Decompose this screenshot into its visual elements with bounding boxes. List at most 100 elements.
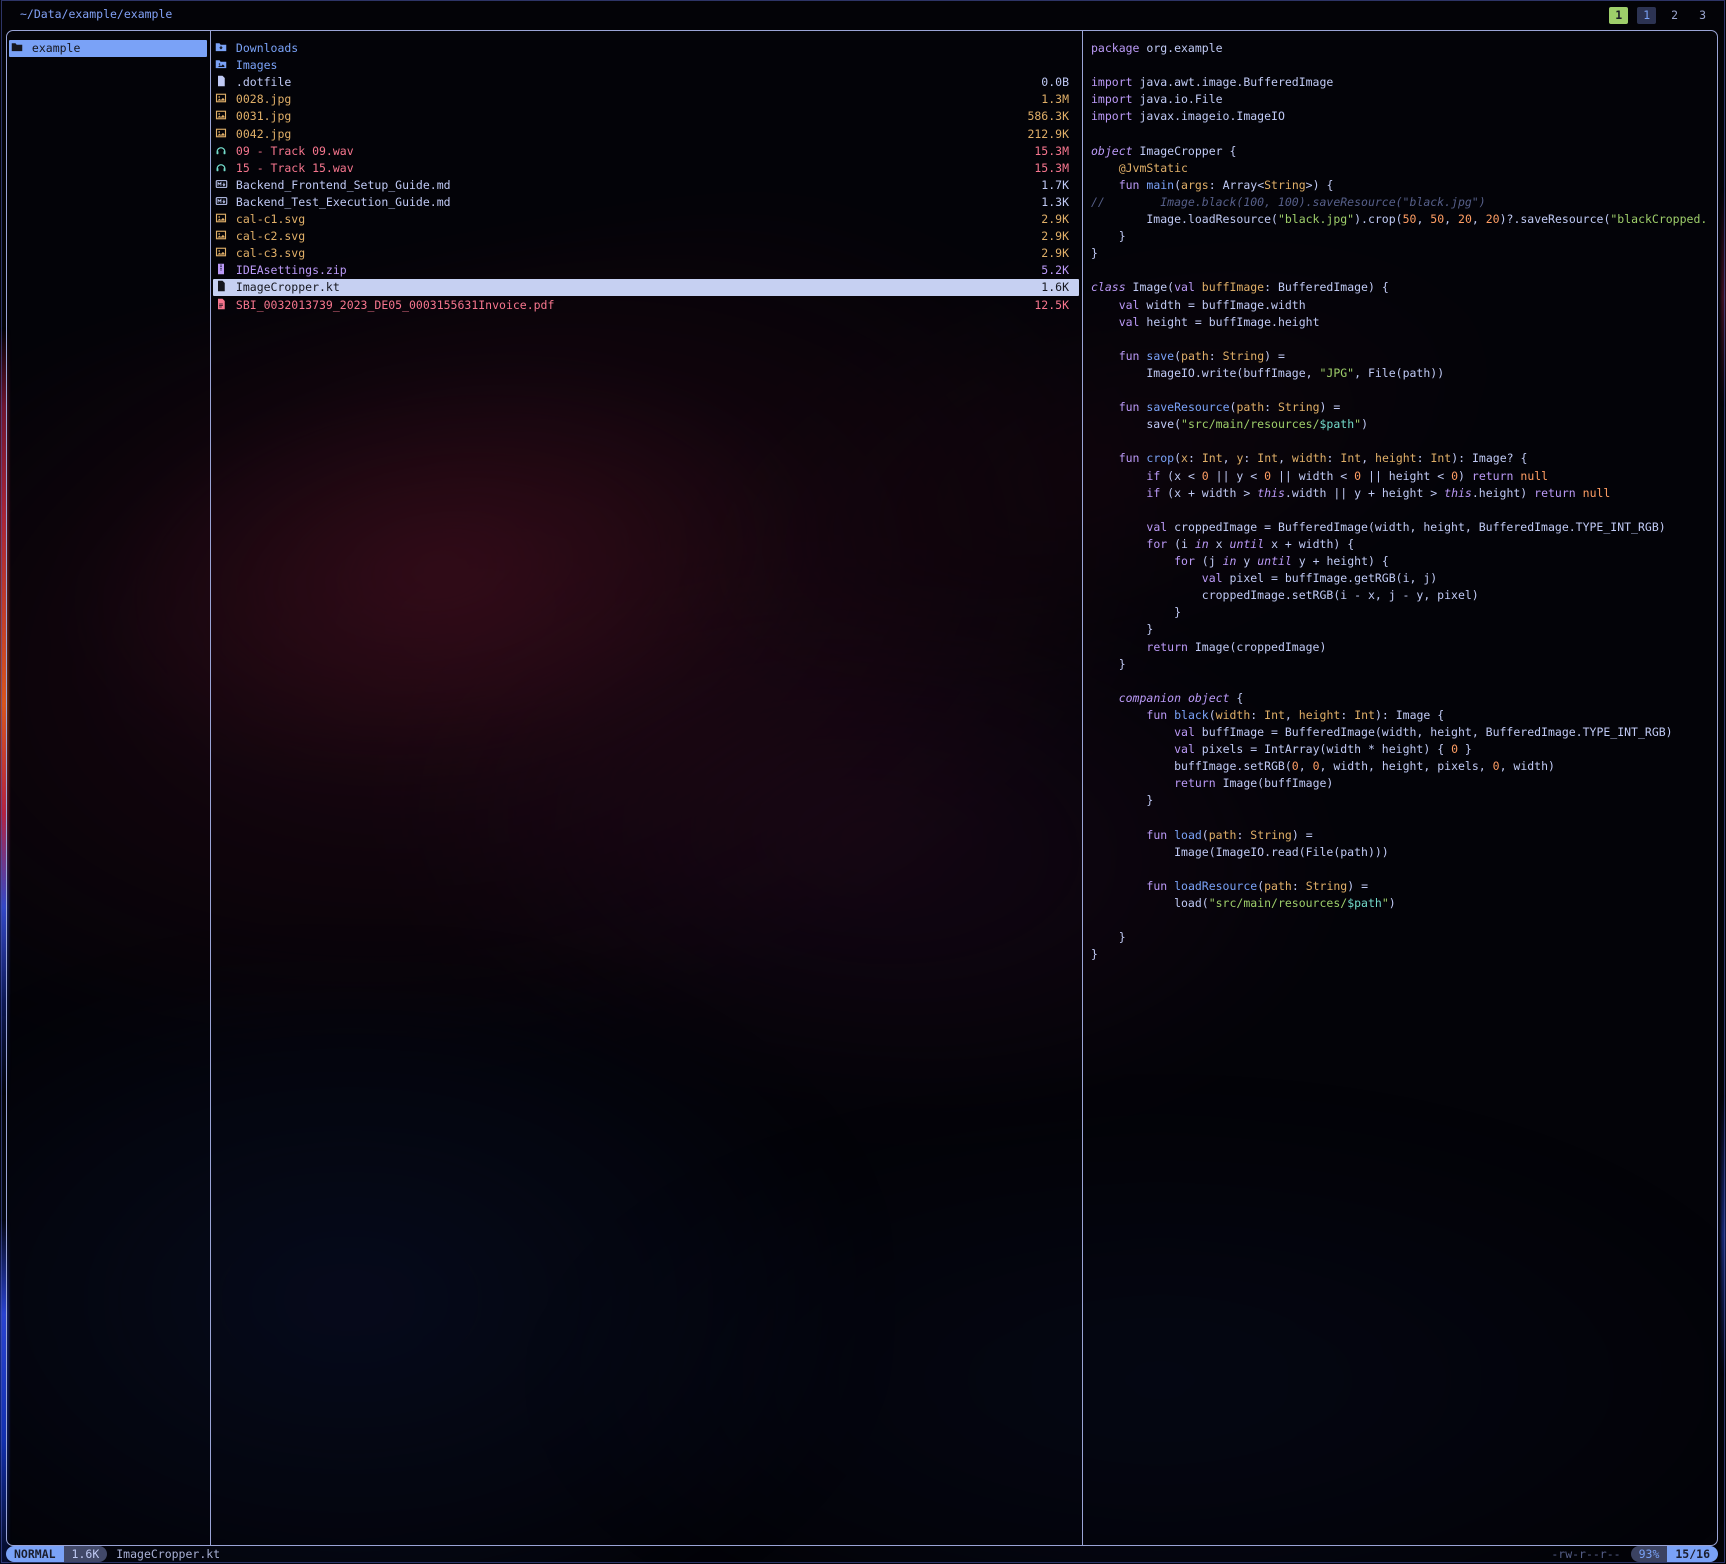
sidebar-item-selected[interactable]: example xyxy=(9,40,207,57)
file-row[interactable]: 15 - Track 15.wav15.3M xyxy=(213,160,1079,177)
code-token-fg xyxy=(1576,486,1583,500)
file-row[interactable]: Backend_Frontend_Setup_Guide.md1.7K xyxy=(213,177,1079,194)
code-line: fun main(args: Array<String>) { xyxy=(1091,177,1717,194)
code-token-nu: 50 xyxy=(1403,212,1417,226)
code-line: fun loadResource(path: String) = xyxy=(1091,878,1717,895)
file-row[interactable]: IDEAsettings.zip5.2K xyxy=(213,262,1079,279)
file-row[interactable]: 09 - Track 09.wav 15.3M xyxy=(213,143,1079,160)
status-right: -rw-r--r-- 93% 15/16 xyxy=(1551,1546,1718,1562)
tab-list: 1 123 xyxy=(1609,6,1712,24)
code-token-fn: main xyxy=(1139,178,1174,192)
code-line: val height = buffImage.height xyxy=(1091,314,1717,331)
code-token-ty: Int xyxy=(1202,451,1223,465)
code-token-ty: args xyxy=(1181,178,1209,192)
code-token-ty: String xyxy=(1306,879,1348,893)
code-token-fg: , xyxy=(1223,451,1237,465)
code-token-fg: >) { xyxy=(1306,178,1334,192)
file-size: 15.3M xyxy=(1034,143,1069,160)
task-count-badge[interactable]: 1 xyxy=(1609,7,1628,24)
breadcrumb-path: ~/Data/example/example xyxy=(20,7,172,21)
code-token-fn: loadResource xyxy=(1167,879,1257,893)
code-line: class Image(val buffImage: BufferedImage… xyxy=(1091,279,1717,296)
code-line: fun black(width: Int, height: Int): Imag… xyxy=(1091,707,1717,724)
scroll-percent-badge: 93% xyxy=(1631,1546,1668,1562)
file-row[interactable]: SBI_0032013739_2023_DE05_0003155631Invoi… xyxy=(213,297,1079,314)
markdown-icon xyxy=(213,194,229,211)
code-token-kw: val xyxy=(1119,315,1140,329)
folder-image-icon xyxy=(213,57,229,74)
file-row[interactable]: 0031.jpg586.3K xyxy=(213,108,1079,125)
code-token-kw: return xyxy=(1146,640,1188,654)
code-token-kwi: in xyxy=(1195,537,1209,551)
code-token-ty: String xyxy=(1223,349,1265,363)
code-token-fg: : BufferedImage) { xyxy=(1264,280,1389,294)
code-token-fg: } xyxy=(1458,742,1472,756)
file-icon xyxy=(213,74,229,91)
file-row[interactable]: cal-c1.svg2.9K xyxy=(213,211,1079,228)
file-name: Backend_Frontend_Setup_Guide.md xyxy=(229,178,451,192)
code-token-fg: .height) xyxy=(1472,486,1534,500)
code-line: } xyxy=(1091,946,1717,963)
code-token-fn: black xyxy=(1167,708,1209,722)
tab-2[interactable]: 2 xyxy=(1665,7,1684,24)
code-token-st: "src/main/resources/ xyxy=(1181,417,1319,431)
file-row[interactable]: .dotfile0.0B xyxy=(213,74,1079,91)
code-line: croppedImage.setRGB(i - x, j - y, pixel) xyxy=(1091,587,1717,604)
file-row[interactable]: Backend_Test_Execution_Guide.md1.3K xyxy=(213,194,1079,211)
code-token-fg xyxy=(1091,554,1174,568)
markdown-icon xyxy=(213,177,229,194)
status-bar: NORMAL 1.6K ImageCropper.kt -rw-r--r-- 9… xyxy=(6,1546,1718,1562)
code-line: } xyxy=(1091,621,1717,638)
code-token-fg xyxy=(1091,725,1174,739)
file-size: 212.9K xyxy=(1027,126,1069,143)
file-name: 0042.jpg xyxy=(229,127,291,141)
code-token-fg: , xyxy=(1299,759,1313,773)
file-row[interactable]: 0028.jpg1.3M xyxy=(213,91,1079,108)
file-row[interactable]: Images xyxy=(213,57,1079,74)
code-token-fg: java.io.File xyxy=(1133,92,1223,106)
code-token-kw: if xyxy=(1146,486,1160,500)
code-token-nu: 50 xyxy=(1430,212,1444,226)
code-token-nu: 20 xyxy=(1458,212,1472,226)
code-line: fun save(path: String) = xyxy=(1091,348,1717,365)
code-token-fg: x + width) { xyxy=(1264,537,1354,551)
file-size: 2.9K xyxy=(1041,245,1069,262)
code-token-fg: : xyxy=(1236,828,1250,842)
tab-1-active[interactable]: 1 xyxy=(1637,7,1656,24)
file-row[interactable]: 0042.jpg 212.9K xyxy=(213,126,1079,143)
code-token-ty: width xyxy=(1292,451,1327,465)
code-token-fg: : xyxy=(1417,451,1431,465)
code-token-kw: return xyxy=(1472,469,1514,483)
file-row[interactable]: Downloads xyxy=(213,40,1079,57)
code-token-ty: buffImage xyxy=(1195,280,1264,294)
file-size-badge: 1.6K xyxy=(64,1546,108,1562)
code-token-fg xyxy=(1091,298,1119,312)
audio-icon xyxy=(213,143,229,160)
code-token-fg: : xyxy=(1209,349,1223,363)
file-row[interactable]: cal-c3.svg2.9K xyxy=(213,245,1079,262)
code-token-kw: val xyxy=(1174,742,1195,756)
code-token-fg: : xyxy=(1292,879,1306,893)
code-token-fg: ) = xyxy=(1347,879,1368,893)
code-token-kw: fun xyxy=(1119,349,1140,363)
audio-icon xyxy=(213,160,229,177)
file-name: 09 - Track 09.wav xyxy=(229,144,354,158)
code-line: } xyxy=(1091,245,1717,262)
code-line xyxy=(1091,810,1717,827)
cursor-position-badge: 15/16 xyxy=(1667,1546,1718,1562)
code-token-kwi: object xyxy=(1091,144,1133,158)
code-line: for (i in x until x + width) { xyxy=(1091,536,1717,553)
file-row[interactable]: cal-c2.svg2.9K xyxy=(213,228,1079,245)
code-token-ty: path xyxy=(1181,349,1209,363)
code-token-fg: ( xyxy=(1174,349,1181,363)
file-name: 15 - Track 15.wav xyxy=(229,161,354,175)
code-token-st: "JPG" xyxy=(1319,366,1354,380)
code-token-fg: ) = xyxy=(1320,400,1341,414)
file-row-selected[interactable]: ImageCropper.kt1.6K xyxy=(213,279,1079,296)
code-line: companion object { xyxy=(1091,690,1717,707)
tab-3[interactable]: 3 xyxy=(1693,7,1712,24)
code-token-fn: load xyxy=(1167,828,1202,842)
code-token-fg: , File(path)) xyxy=(1354,366,1444,380)
image-icon xyxy=(213,228,229,245)
code-line: fun load(path: String) = xyxy=(1091,827,1717,844)
